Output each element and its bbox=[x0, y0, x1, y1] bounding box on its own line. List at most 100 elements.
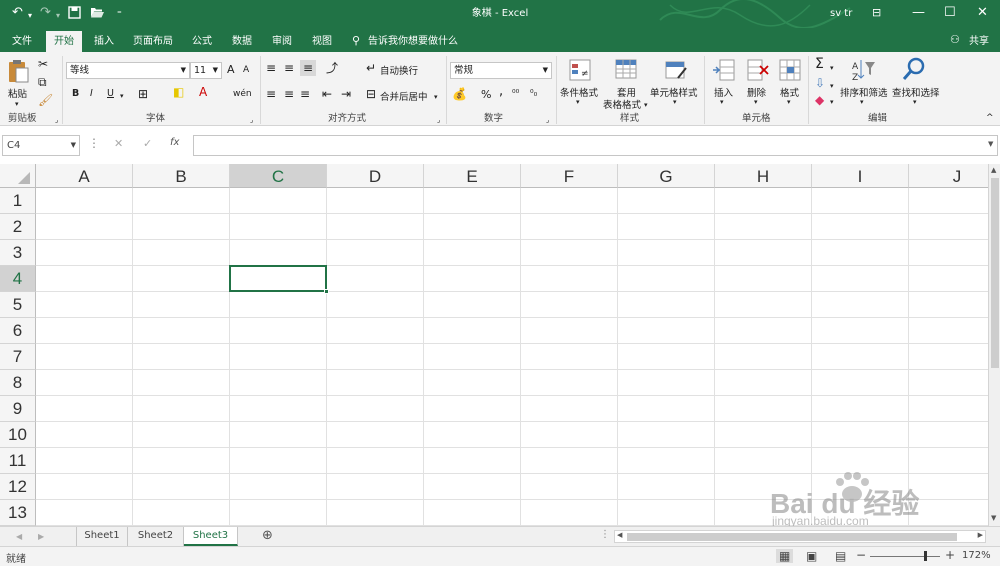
tab-insert[interactable]: 插入 bbox=[86, 31, 122, 52]
share-button[interactable]: 共享 bbox=[964, 31, 994, 52]
accounting-icon[interactable]: 💰 bbox=[452, 88, 467, 100]
column-header-h[interactable]: H bbox=[715, 164, 812, 188]
scroll-left-icon[interactable]: ◀ bbox=[617, 531, 622, 539]
save-icon[interactable] bbox=[68, 6, 81, 23]
page-layout-view-icon[interactable]: ▣ bbox=[806, 549, 817, 563]
italic-button[interactable]: I bbox=[90, 88, 93, 99]
row-header-9[interactable]: 9 bbox=[0, 396, 36, 422]
row-header-1[interactable]: 1 bbox=[0, 188, 36, 214]
row-header-4[interactable]: 4 bbox=[0, 266, 36, 292]
scroll-right-icon[interactable]: ▶ bbox=[978, 531, 983, 539]
row-header-8[interactable]: 8 bbox=[0, 370, 36, 396]
align-top-icon[interactable]: ≡ bbox=[266, 62, 276, 74]
cells-area[interactable] bbox=[36, 188, 988, 526]
align-bottom-icon[interactable]: ≡ bbox=[300, 60, 317, 76]
conditional-format-icon[interactable]: ≠ bbox=[568, 58, 592, 82]
row-header-12[interactable]: 12 bbox=[0, 474, 36, 500]
wrap-text-button[interactable]: 自动换行 bbox=[380, 63, 418, 77]
row-header-5[interactable]: 5 bbox=[0, 292, 36, 318]
cut-icon[interactable]: ✂ bbox=[38, 58, 48, 70]
select-all-button[interactable] bbox=[0, 164, 36, 188]
tab-page-layout[interactable]: 页面布局 bbox=[128, 31, 178, 52]
formula-input[interactable] bbox=[193, 135, 998, 156]
undo-dropdown-icon[interactable]: ▾ bbox=[28, 9, 32, 23]
row-header-10[interactable]: 10 bbox=[0, 422, 36, 448]
redo-icon[interactable]: ↷ bbox=[40, 6, 51, 20]
split-handle-icon[interactable]: ⋮ bbox=[600, 529, 610, 540]
cell-styles-icon[interactable] bbox=[664, 58, 688, 82]
increase-indent-icon[interactable]: ⇥ bbox=[341, 88, 351, 100]
find-dropdown-icon[interactable]: ▾ bbox=[913, 96, 917, 108]
active-cell[interactable] bbox=[229, 265, 327, 292]
clear-icon[interactable]: ◆ bbox=[815, 94, 824, 106]
zoom-level[interactable]: 172% bbox=[962, 550, 991, 561]
sort-dropdown-icon[interactable]: ▾ bbox=[860, 96, 864, 108]
wrap-text-icon[interactable]: ↵ bbox=[366, 62, 376, 74]
increase-decimal-icon[interactable]: ⁰⁰ bbox=[512, 88, 519, 100]
shrink-font-button[interactable]: A bbox=[243, 65, 249, 75]
comma-button[interactable]: , bbox=[499, 84, 503, 99]
percent-button[interactable]: % bbox=[481, 88, 491, 101]
sheet-tab-1[interactable]: Sheet1 bbox=[76, 527, 128, 546]
align-center-icon[interactable]: ≡ bbox=[284, 88, 294, 100]
next-sheet-icon[interactable]: ▶ bbox=[38, 532, 44, 541]
column-header-e[interactable]: E bbox=[424, 164, 521, 188]
zoom-out-icon[interactable]: − bbox=[856, 548, 866, 562]
redo-dropdown-icon[interactable]: ▾ bbox=[56, 9, 60, 23]
enter-icon[interactable]: ✓ bbox=[143, 137, 152, 150]
format-cells-icon[interactable] bbox=[778, 58, 802, 82]
tab-file[interactable]: 文件 bbox=[2, 31, 42, 52]
tab-home[interactable]: 开始 bbox=[46, 31, 82, 52]
autosum-icon[interactable]: Σ bbox=[815, 57, 824, 71]
cell-styles-dropdown-icon[interactable]: ▾ bbox=[673, 96, 677, 108]
decrease-decimal-icon[interactable]: ⁰₀ bbox=[530, 88, 537, 100]
delete-dropdown-icon[interactable]: ▾ bbox=[754, 96, 758, 108]
align-middle-icon[interactable]: ≡ bbox=[284, 62, 294, 74]
column-header-j[interactable]: J bbox=[909, 164, 988, 188]
conditional-dropdown-icon[interactable]: ▾ bbox=[576, 96, 580, 108]
format-dropdown-icon[interactable]: ▾ bbox=[787, 96, 791, 108]
font-color-icon[interactable]: A bbox=[199, 86, 207, 98]
vertical-scrollbar[interactable]: ▲ ▼ bbox=[988, 164, 1000, 526]
user-name[interactable]: sv tr bbox=[830, 0, 852, 28]
tab-view[interactable]: 视图 bbox=[304, 31, 340, 52]
open-icon[interactable] bbox=[90, 6, 105, 23]
copy-icon[interactable]: ⧉ bbox=[38, 76, 47, 88]
sheet-tab-2[interactable]: Sheet2 bbox=[128, 527, 184, 546]
tell-me-box[interactable]: 告诉我你想要做什么 bbox=[368, 31, 458, 52]
row-header-2[interactable]: 2 bbox=[0, 214, 36, 240]
sort-filter-button[interactable]: 排序和筛选 bbox=[840, 85, 888, 99]
fill-icon[interactable]: ⇩ bbox=[815, 77, 825, 89]
insert-cells-icon[interactable] bbox=[712, 58, 736, 82]
fill-handle[interactable] bbox=[324, 289, 329, 294]
zoom-slider-thumb[interactable] bbox=[923, 551, 927, 561]
cancel-icon[interactable]: ✕ bbox=[114, 137, 123, 150]
format-as-table-line2[interactable]: 表格格式 bbox=[603, 97, 641, 111]
format-as-table-icon[interactable] bbox=[614, 58, 638, 82]
column-header-i[interactable]: I bbox=[812, 164, 909, 188]
clear-dropdown-icon[interactable]: ▾ bbox=[830, 96, 834, 108]
column-header-f[interactable]: F bbox=[521, 164, 618, 188]
row-header-13[interactable]: 13 bbox=[0, 500, 36, 526]
number-format-select[interactable]: 常规 ▼ bbox=[450, 62, 552, 79]
minimize-icon[interactable]: — bbox=[912, 6, 925, 20]
horizontal-scrollbar[interactable]: ◀ ▶ bbox=[614, 530, 986, 543]
font-size-select[interactable]: 11 ▼ bbox=[190, 62, 222, 79]
tab-formulas[interactable]: 公式 bbox=[184, 31, 220, 52]
insert-function-button[interactable]: fx bbox=[170, 137, 179, 148]
scroll-down-icon[interactable]: ▼ bbox=[991, 514, 996, 522]
page-break-view-icon[interactable]: ▤ bbox=[835, 549, 846, 563]
ribbon-display-icon[interactable]: ⊟ bbox=[872, 6, 881, 20]
borders-icon[interactable]: ⊞ bbox=[138, 88, 148, 100]
orientation-icon[interactable]: ⤴ bbox=[326, 62, 338, 74]
row-header-3[interactable]: 3 bbox=[0, 240, 36, 266]
row-header-11[interactable]: 11 bbox=[0, 448, 36, 474]
new-sheet-icon[interactable]: ⊕ bbox=[262, 528, 273, 543]
sheet-tab-3[interactable]: Sheet3 bbox=[184, 527, 238, 546]
clipboard-launcher-icon[interactable]: ⌟ bbox=[55, 114, 58, 126]
find-select-icon[interactable] bbox=[902, 57, 926, 83]
worksheet-grid[interactable]: ABCDEFGHIJ 1 2 3 4 5 6 7 8 9 10 11 12 13 bbox=[0, 164, 988, 526]
undo-icon[interactable]: ↶ bbox=[12, 6, 23, 20]
paste-dropdown-icon[interactable]: ▾ bbox=[15, 98, 19, 110]
row-header-7[interactable]: 7 bbox=[0, 344, 36, 370]
